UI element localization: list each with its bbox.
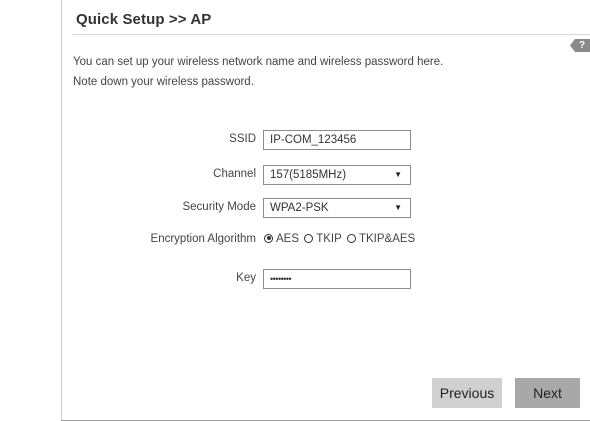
channel-label: Channel — [213, 168, 256, 180]
key-label: Key — [236, 272, 256, 284]
radio-aes[interactable]: AES — [264, 233, 301, 245]
title-divider — [72, 34, 590, 35]
description-line-1: You can set up your wireless network nam… — [73, 56, 444, 68]
security-mode-value: WPA2-PSK — [270, 202, 329, 214]
security-mode-label: Security Mode — [182, 201, 256, 213]
ssid-label: SSID — [229, 133, 256, 145]
radio-button-selected[interactable] — [264, 233, 273, 243]
encryption-radio-group: AES TKIP TKIP&AES — [264, 233, 417, 245]
ssid-input[interactable] — [263, 130, 411, 150]
channel-value: 157(5185MHz) — [270, 169, 347, 181]
previous-button[interactable]: Previous — [432, 378, 502, 408]
security-mode-select[interactable]: WPA2-PSK ▼ — [263, 198, 411, 218]
radio-tkip[interactable]: TKIP — [304, 233, 344, 245]
radio-button[interactable] — [304, 233, 314, 243]
page-title: Quick Setup >> AP — [76, 11, 212, 28]
description-line-2: Note down your wireless password. — [73, 76, 254, 88]
next-button[interactable]: Next — [515, 378, 580, 408]
radio-button[interactable] — [346, 233, 356, 243]
radio-tkip-aes[interactable]: TKIP&AES — [346, 233, 417, 245]
channel-select[interactable]: 157(5185MHz) ▼ — [263, 165, 411, 185]
encryption-algorithm-label: Encryption Algorithm — [150, 233, 256, 245]
chevron-down-icon: ▼ — [394, 170, 402, 179]
key-password-input[interactable]: •••••••• — [263, 269, 411, 289]
chevron-down-icon: ▼ — [394, 203, 402, 212]
